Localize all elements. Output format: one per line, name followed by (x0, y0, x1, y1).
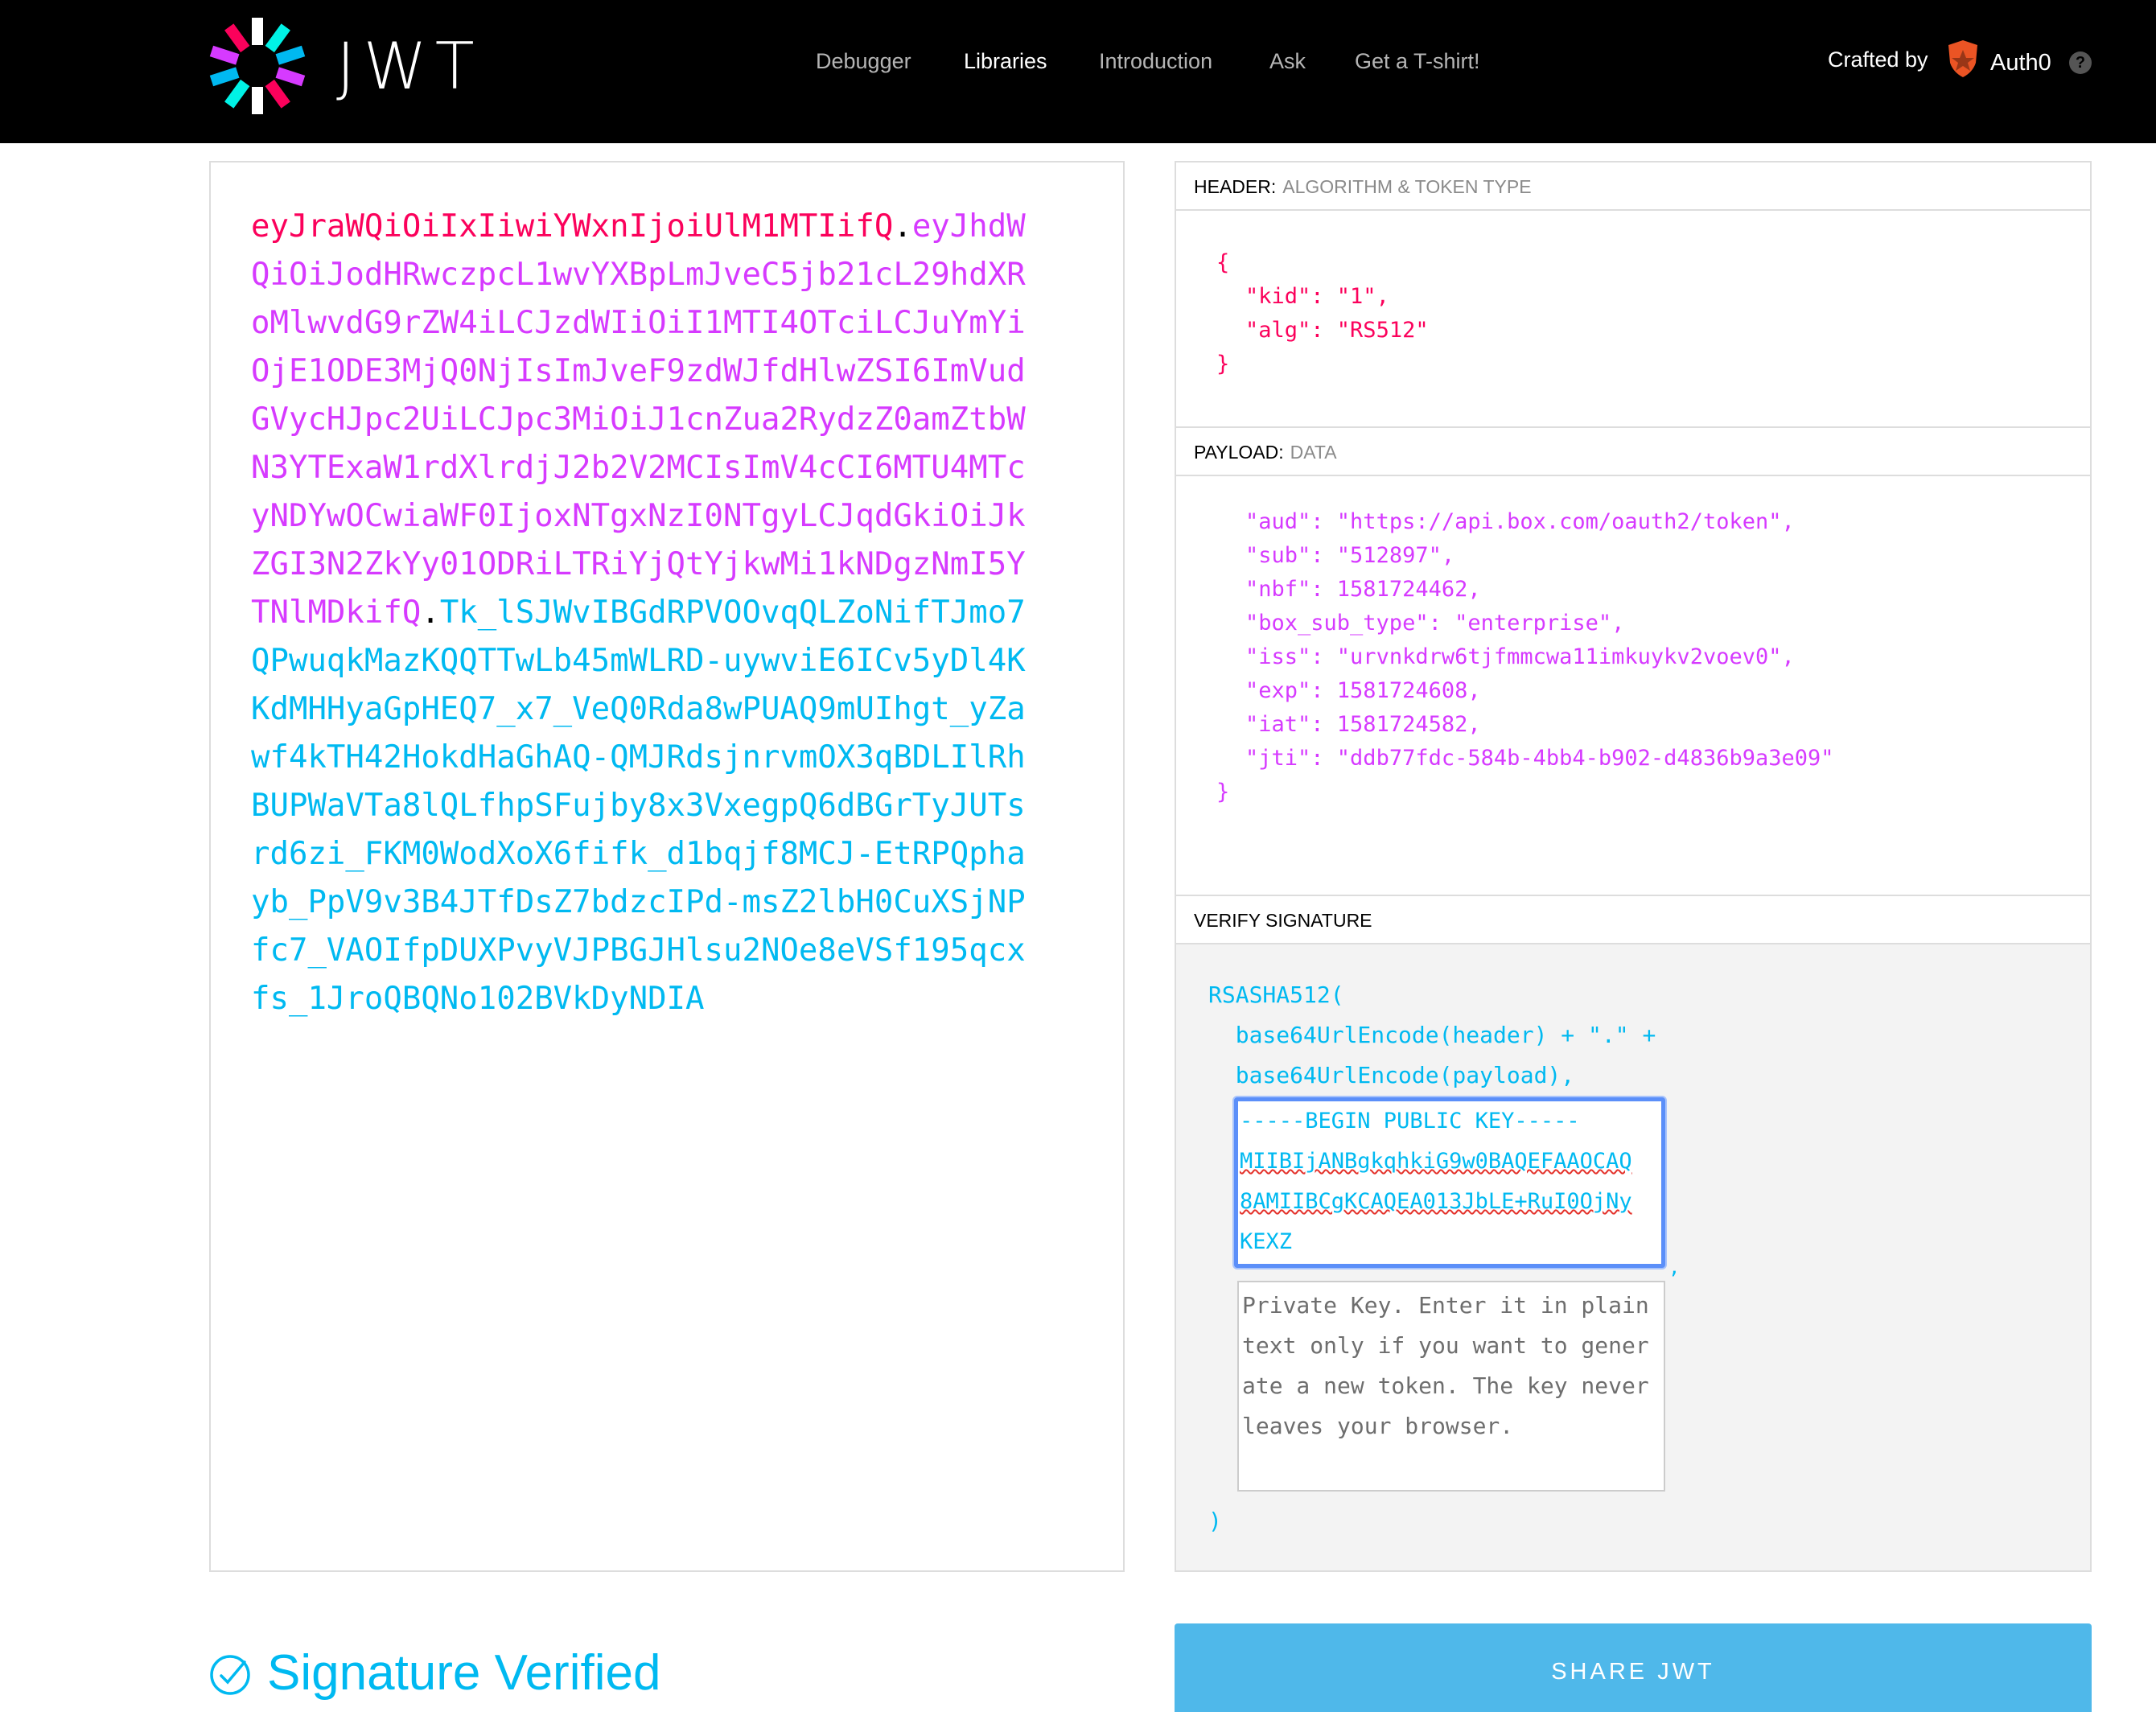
header-subtitle: ALGORITHM & TOKEN TYPE (1282, 176, 1532, 197)
sig-comma: , (1668, 1256, 1681, 1278)
header-json-editor[interactable]: { "kid": "1", "alg": "RS512" } (1176, 211, 2090, 426)
json-value: "enterprise", (1454, 611, 1625, 636)
auth0-shield-icon[interactable] (1945, 39, 1981, 79)
public-key-line: KEXZ (1240, 1229, 1293, 1254)
json-brace: { (1216, 250, 1230, 275)
check-circle-icon (210, 1655, 250, 1695)
json-key: "jti" (1245, 746, 1311, 771)
json-line: "exp": 1581724608, (1245, 678, 1481, 703)
private-key-input[interactable]: Private Key. Enter it in plain text only… (1237, 1281, 1665, 1492)
json-key: "exp" (1245, 678, 1311, 703)
crafted-by-label: Crafted by (1828, 47, 1928, 72)
token-header-part: eyJraWQiOiIxIiwiYWxnIjoiUlM1MTIifQ (251, 208, 894, 245)
share-jwt-button[interactable]: SHARE JWT (1175, 1623, 2092, 1712)
json-brace: } (1216, 352, 1230, 377)
json-value: "512897", (1336, 543, 1455, 568)
payload-section-title: PAYLOAD: DATA (1176, 426, 2090, 476)
header-title: HEADER: (1194, 176, 1277, 197)
header-section-title: HEADER: ALGORITHM & TOKEN TYPE (1176, 163, 2090, 211)
json-value: 1581724462, (1336, 577, 1481, 602)
nav-get-tshirt[interactable]: Get a T-shirt! (1355, 45, 1480, 77)
json-line: "jti": "ddb77fdc-584b-4bb4-b902-d4836b9a… (1245, 746, 1834, 771)
json-line-alg: "alg": "RS512" (1245, 318, 1429, 343)
verify-signature-body: RSASHA512( base64UrlEncode(header) + "."… (1176, 944, 2090, 1570)
help-icon[interactable]: ? (2069, 51, 2092, 74)
json-key: "kid" (1245, 284, 1311, 309)
top-navbar: JWT Debugger Libraries Introduction Ask … (0, 0, 2156, 143)
json-line: "iss": "urvnkdrw6tjfmmcwa11imkuykv2voev0… (1245, 644, 1795, 669)
sig-algorithm-line: RSASHA512( (1208, 981, 1344, 1008)
sig-close-paren: ) (1208, 1508, 1222, 1534)
json-key: "iss" (1245, 644, 1311, 669)
json-value: "urvnkdrw6tjfmmcwa11imkuykv2voev0", (1336, 644, 1795, 669)
brand-wordmark[interactable]: JWT (336, 31, 483, 103)
json-line-kid: "kid": "1", (1245, 284, 1389, 309)
nav-libraries[interactable]: Libraries (964, 45, 1047, 77)
json-value: 1581724608, (1336, 678, 1481, 703)
token-separator: . (421, 595, 440, 631)
signature-verified-label: Signature Verified (267, 1645, 661, 1701)
decoded-panel: HEADER: ALGORITHM & TOKEN TYPE { "kid": "… (1175, 161, 2092, 1572)
public-key-line: 8AMIIBCgKCAQEA013JbLE+RuI0OjNy (1240, 1189, 1632, 1214)
json-key: "nbf" (1245, 577, 1311, 602)
payload-subtitle: DATA (1290, 442, 1337, 463)
payload-title: PAYLOAD: (1194, 442, 1284, 463)
encoded-token-panel[interactable]: eyJraWQiOiIxIiwiYWxnIjoiUlM1MTIifQ.eyJhd… (209, 161, 1125, 1572)
public-key-line: MIIBIjANBgkqhkiG9w0BAQEFAAOCAQ (1240, 1149, 1632, 1174)
token-signature-part: Tk_lSJWvIBGdRPVOOvqQLZoNifTJmo7QPwuqkMaz… (251, 595, 1026, 1017)
payload-json-editor[interactable]: "aud": "https://api.box.com/oauth2/token… (1176, 476, 2090, 895)
json-value: 1581724582, (1336, 712, 1481, 737)
nav-introduction[interactable]: Introduction (1099, 45, 1212, 77)
nav-ask[interactable]: Ask (1269, 45, 1306, 77)
verify-section-title: VERIFY SIGNATURE (1176, 895, 2090, 944)
json-value: "ddb77fdc-584b-4bb4-b902-d4836b9a3e09" (1336, 746, 1834, 771)
json-line: "sub": "512897", (1245, 543, 1455, 568)
token-payload-part: eyJhdWQiOiJodHRwczpcL1wvYXBpLmJveC5jb21c… (251, 208, 1026, 631)
json-key: "box_sub_type" (1245, 611, 1429, 636)
json-line: "aud": "https://api.box.com/oauth2/token… (1245, 509, 1795, 534)
jwt-logo-icon[interactable] (206, 14, 309, 117)
json-line: "iat": 1581724582, (1245, 712, 1481, 737)
public-key-line: -----BEGIN PUBLIC KEY----- (1240, 1109, 1580, 1134)
json-key: "iat" (1245, 712, 1311, 737)
sig-header-line: base64UrlEncode(header) + "." + (1208, 1022, 1656, 1048)
json-key: "alg" (1245, 318, 1311, 343)
json-value: "1", (1336, 284, 1389, 309)
json-line: "nbf": 1581724462, (1245, 577, 1481, 602)
json-value: "RS512" (1336, 318, 1429, 343)
sig-payload-line: base64UrlEncode(payload), (1208, 1062, 1575, 1088)
public-key-input[interactable]: -----BEGIN PUBLIC KEY----- MIIBIjANBgkqh… (1234, 1097, 1665, 1268)
json-key: "aud" (1245, 509, 1311, 534)
json-line: "box_sub_type": "enterprise", (1245, 611, 1625, 636)
encoded-token-text[interactable]: eyJraWQiOiIxIiwiYWxnIjoiUlM1MTIifQ.eyJhd… (251, 203, 1039, 1023)
token-separator: . (893, 208, 912, 245)
json-value: "https://api.box.com/oauth2/token", (1336, 509, 1795, 534)
auth0-link[interactable]: Auth0 (1990, 47, 2051, 79)
json-brace: } (1216, 780, 1230, 804)
json-key: "sub" (1245, 543, 1311, 568)
nav-debugger[interactable]: Debugger (816, 45, 911, 77)
